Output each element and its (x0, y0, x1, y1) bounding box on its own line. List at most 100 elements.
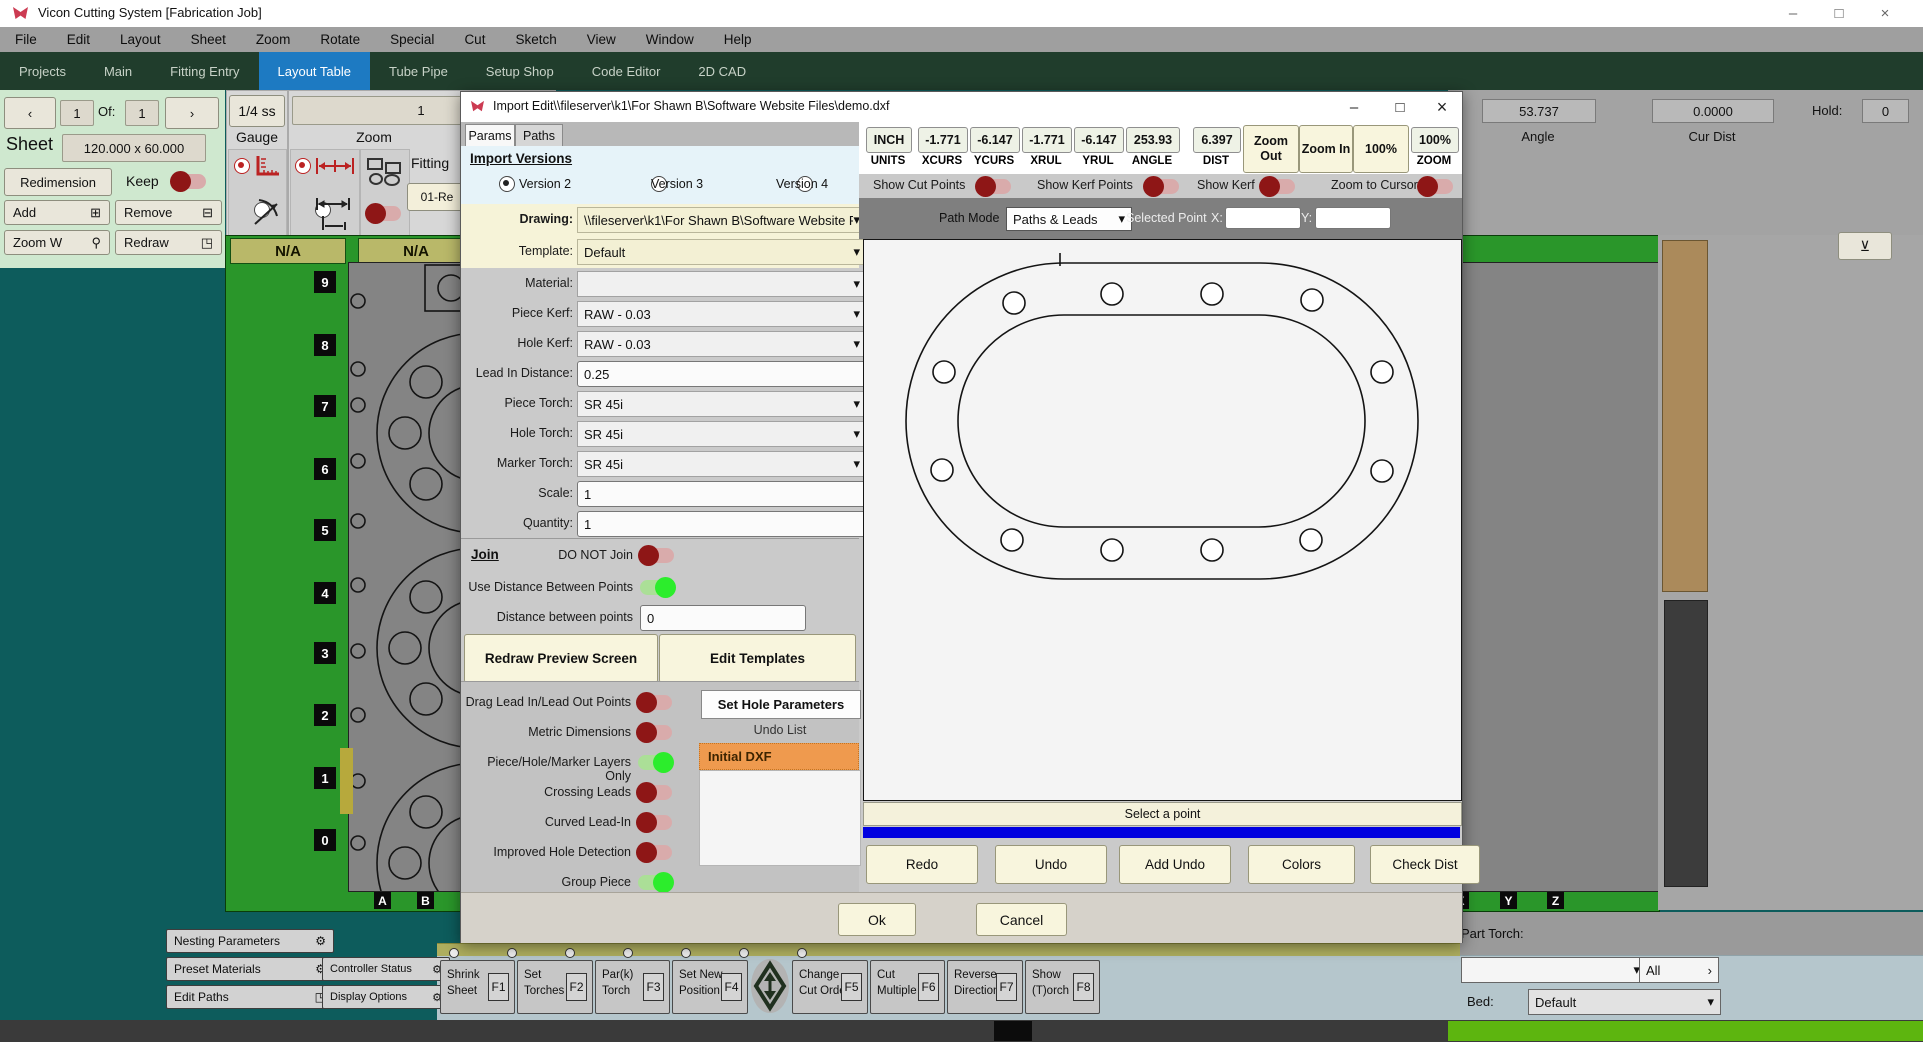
dialog-close-button[interactable]: × (1423, 94, 1461, 120)
show-kerf-toggle[interactable] (1261, 179, 1295, 194)
add-undo-button[interactable]: Add Undo (1119, 845, 1231, 884)
use-distance-toggle[interactable] (640, 580, 674, 595)
tab-setup-shop[interactable]: Setup Shop (467, 52, 573, 90)
hole-torch-select[interactable]: SR 45i ▾ (577, 421, 867, 447)
piece-kerf-select[interactable]: RAW - 0.03 ▾ (577, 301, 867, 327)
menu-special[interactable]: Special (375, 27, 449, 52)
menu-layout[interactable]: Layout (105, 27, 176, 52)
fitting-select[interactable]: 01-Re (407, 183, 467, 211)
fitting-toggle[interactable] (367, 206, 401, 221)
template-select[interactable]: Default ▾ (577, 239, 867, 265)
selected-point-y-input[interactable] (1315, 207, 1391, 229)
undo-list-item-initial-dxf[interactable]: Initial DXF (699, 743, 859, 770)
do-not-join-toggle[interactable] (640, 548, 674, 563)
menu-help[interactable]: Help (709, 27, 767, 52)
menu-edit[interactable]: Edit (52, 27, 105, 52)
show-cut-points-toggle[interactable] (977, 179, 1011, 194)
hold-value-field[interactable]: 0 (1862, 99, 1909, 123)
dimension-mode-radio[interactable] (295, 158, 311, 174)
set-hole-parameters-button[interactable]: Set Hole Parameters (701, 690, 861, 719)
version4-label[interactable]: Version 4 (776, 177, 828, 191)
path-mode-select[interactable]: Paths & Leads ▾ (1006, 207, 1132, 231)
jog-diamond-icon[interactable] (750, 958, 790, 1014)
redimension-button[interactable]: Redimension (4, 168, 112, 196)
reverse-direction-button[interactable]: ReverseDirection F7 (947, 960, 1023, 1014)
tab-layout-table[interactable]: Layout Table (259, 52, 371, 90)
version3-label[interactable]: Version 3 (651, 177, 703, 191)
torch-all-button[interactable]: All› (1639, 957, 1719, 983)
zoom-out-button[interactable]: Zoom Out (1243, 125, 1299, 173)
hole-kerf-select[interactable]: RAW - 0.03 ▾ (577, 331, 867, 357)
redraw-preview-button[interactable]: Redraw Preview Screen (464, 634, 658, 683)
remove-sheet-button[interactable]: Remove (124, 205, 172, 220)
zoom-window-button[interactable]: Zoom W (13, 235, 62, 250)
material-select[interactable]: ▾ (577, 271, 867, 297)
show-torch-button[interactable]: Show(T)orch F8 (1025, 960, 1100, 1014)
metric-dimensions-toggle[interactable] (638, 725, 672, 740)
piece-torch-select[interactable]: SR 45i ▾ (577, 391, 867, 417)
display-options-button[interactable]: Display Options⚙ (322, 985, 450, 1009)
cut-multiple-button[interactable]: CutMultiple F6 (870, 960, 945, 1014)
preset-materials-button[interactable]: Preset Materials⚙ (166, 957, 334, 981)
dialog-titlebar[interactable]: Import Edit\\fileserver\k1\For Shawn B\S… (461, 92, 1462, 122)
crossing-leads-toggle[interactable] (638, 785, 672, 800)
undo-list-box[interactable] (699, 770, 861, 866)
dock-panel-button[interactable]: ⊻ (1838, 232, 1892, 260)
quantity-input[interactable]: 1 (577, 511, 867, 537)
edit-paths-button[interactable]: Edit Paths◳ (166, 985, 334, 1009)
tab-code-editor[interactable]: Code Editor (573, 52, 680, 90)
distance-between-points-input[interactable]: 0 (640, 605, 806, 631)
menu-sheet[interactable]: Sheet (176, 27, 241, 52)
close-button[interactable]: × (1862, 0, 1908, 27)
version2-label[interactable]: Version 2 (519, 177, 571, 191)
dialog-maximize-button[interactable]: □ (1379, 94, 1421, 120)
menu-view[interactable]: View (572, 27, 631, 52)
minimize-button[interactable]: – (1770, 0, 1816, 27)
zoom-to-cursor-toggle[interactable] (1419, 179, 1453, 194)
controller-status-button[interactable]: Controller Status⚙ (322, 957, 450, 981)
selected-point-x-input[interactable] (1225, 207, 1301, 229)
scale-input[interactable]: 1 (577, 481, 867, 507)
dialog-minimize-button[interactable]: – (1333, 94, 1375, 120)
keep-toggle[interactable] (172, 174, 206, 189)
improved-hole-detection-toggle[interactable] (638, 845, 672, 860)
park-torch-button[interactable]: Par(k)Torch F3 (595, 960, 670, 1014)
zoom-100-button[interactable]: 100% (1353, 125, 1409, 173)
undo-button[interactable]: Undo (995, 845, 1107, 884)
colors-button[interactable]: Colors (1248, 845, 1355, 884)
nesting-parameters-button[interactable]: Nesting Parameters⚙ (166, 929, 334, 953)
group-piece-toggle[interactable] (638, 875, 672, 890)
version2-radio[interactable] (499, 176, 515, 192)
drag-leads-toggle[interactable] (638, 695, 672, 710)
menu-cut[interactable]: Cut (449, 27, 500, 52)
menu-file[interactable]: File (0, 27, 52, 52)
lead-in-distance-input[interactable]: 0.25 (577, 361, 867, 387)
cancel-button[interactable]: Cancel (976, 903, 1067, 936)
gauge-value-button[interactable]: 1/4 ss (229, 95, 285, 127)
tab-main[interactable]: Main (85, 52, 151, 90)
edit-templates-button[interactable]: Edit Templates (659, 634, 856, 683)
set-new-position-button[interactable]: Set NewPosition F4 (672, 960, 748, 1014)
show-kerf-points-toggle[interactable] (1145, 179, 1179, 194)
next-sheet-button[interactable]: › (165, 97, 219, 129)
menu-sketch[interactable]: Sketch (500, 27, 571, 52)
drawing-select[interactable]: \\fileserver\k1\For Shawn B\Software Web… (577, 207, 867, 233)
tab-2d-cad[interactable]: 2D CAD (679, 52, 765, 90)
redo-button[interactable]: Redo (866, 845, 978, 884)
bed-select[interactable]: Default▾ (1528, 989, 1721, 1015)
tab-fitting-entry[interactable]: Fitting Entry (151, 52, 258, 90)
tab-tube-pipe[interactable]: Tube Pipe (370, 52, 467, 90)
zoom-in-button[interactable]: Zoom In (1299, 125, 1353, 173)
shrink-sheet-button[interactable]: ShrinkSheet F1 (440, 960, 515, 1014)
check-dist-button[interactable]: Check Dist (1370, 845, 1480, 884)
set-torches-button[interactable]: SetTorches F2 (517, 960, 593, 1014)
sheet-number-field[interactable]: 1 (60, 100, 94, 126)
tab-paths[interactable]: Paths (515, 124, 563, 147)
prev-sheet-button[interactable]: ‹ (4, 97, 56, 129)
maximize-button[interactable]: □ (1816, 0, 1862, 27)
menu-window[interactable]: Window (631, 27, 709, 52)
ok-button[interactable]: Ok (838, 903, 916, 936)
part-torch-select[interactable]: ▾ (1461, 957, 1647, 983)
layers-only-toggle[interactable] (638, 755, 672, 770)
dxf-preview-canvas[interactable] (863, 239, 1462, 801)
